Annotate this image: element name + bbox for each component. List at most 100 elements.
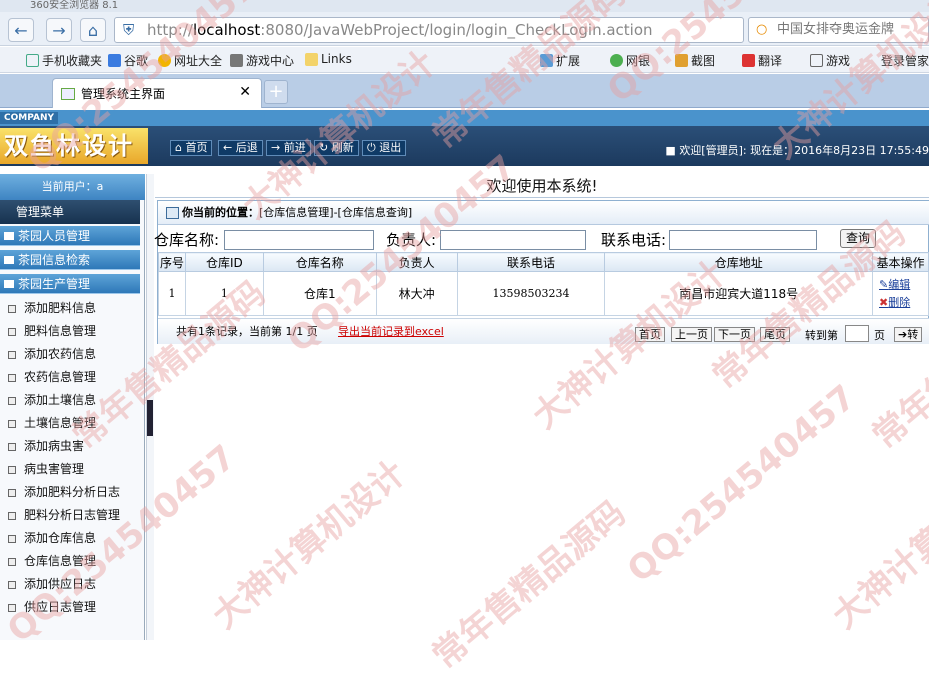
translate-button[interactable]: 翻译 <box>742 52 782 69</box>
manager-input[interactable] <box>440 230 586 250</box>
cell-no: 1 <box>158 271 186 316</box>
collapse-handle[interactable] <box>147 400 153 436</box>
record-summary: 共有1条记录，当前第 1/1 页 <box>176 325 318 338</box>
cell-phone: 13598503234 <box>456 271 606 316</box>
refresh-button[interactable]: ↻ 刷新 <box>314 140 359 156</box>
forward-nav-button[interactable]: → 前进 <box>266 140 311 156</box>
menu-item[interactable]: 肥料信息管理 <box>8 320 96 343</box>
page-icon <box>8 581 16 589</box>
menu-title: 管理菜单 <box>0 200 140 224</box>
edit-link[interactable]: ✎编辑 <box>879 276 928 294</box>
menu-item[interactable]: 添加病虫害 <box>8 435 84 458</box>
menu-item-label: 添加土壤信息 <box>24 393 97 407</box>
menu-item[interactable]: 添加肥料分析日志 <box>8 481 120 504</box>
menu-item-label: 肥料信息管理 <box>24 324 97 338</box>
button-label: 首页 <box>185 141 208 154</box>
address-toolbar: ← → ⌂ ⛨ http://localhost:8080/JavaWebPro… <box>0 12 929 46</box>
column-header: 负责人 <box>375 252 458 272</box>
home-button[interactable]: ⌂ <box>80 18 106 42</box>
forward-button[interactable]: → <box>46 18 72 42</box>
close-tab-icon[interactable]: ✕ <box>239 84 251 100</box>
group-production[interactable]: 茶园生产管理 <box>0 274 140 294</box>
back-nav-button[interactable]: ← 后退 <box>218 140 263 156</box>
shield-icon: ⛨ <box>123 21 135 39</box>
screenshot-button[interactable]: 截图 <box>675 52 715 69</box>
page-icon <box>8 512 16 520</box>
search-engine-icon: ○ <box>756 22 768 37</box>
page-icon <box>8 374 16 382</box>
ext-button[interactable]: 扩展 <box>540 52 580 69</box>
menu-item[interactable]: 供应日志管理 <box>8 596 96 619</box>
menu-item[interactable]: 添加农药信息 <box>8 343 96 366</box>
company-label: COMPANY <box>0 112 58 124</box>
bookmark-google[interactable]: 谷歌 <box>108 52 148 69</box>
warehouse-name-input[interactable] <box>224 230 374 250</box>
bookmark-label: 谷歌 <box>124 54 149 68</box>
group-icon <box>4 256 14 264</box>
menu-item-label: 添加肥料信息 <box>24 301 97 315</box>
button-label: 退出 <box>379 141 402 154</box>
breadcrumb-path: [仓库信息管理]-[仓库信息查询] <box>259 206 413 219</box>
new-tab-button[interactable]: + <box>264 80 288 104</box>
home-nav-button[interactable]: ⌂ 首页 <box>170 140 213 156</box>
menu-item[interactable]: 添加土壤信息 <box>8 389 96 412</box>
table-icon <box>166 207 179 219</box>
manager-label: 负责人: <box>386 231 437 249</box>
window-titlebar: 360安全浏览器 8.1 <box>0 0 929 12</box>
logout-button[interactable]: ⏻ 退出 <box>362 140 407 156</box>
table-header-row: 序号 仓库ID 仓库名称 负责人 联系电话 仓库地址 基本操作 <box>158 252 929 272</box>
back-button[interactable]: ← <box>8 18 34 42</box>
tab-main[interactable]: 管理系统主界面 ✕ <box>52 78 262 108</box>
bookmark-links[interactable]: Links <box>305 52 352 66</box>
menu-item[interactable]: 仓库信息管理 <box>8 550 96 573</box>
search-box[interactable]: ○ 中国女排夺奥运金牌 <box>748 17 929 43</box>
games-button[interactable]: 游戏 <box>810 52 850 69</box>
delete-label: 删除 <box>888 295 911 309</box>
menu-item[interactable]: 添加仓库信息 <box>8 527 96 550</box>
toolbar-label: 网银 <box>626 54 651 68</box>
bank-button[interactable]: 网银 <box>610 52 650 69</box>
menu-item[interactable]: 土壤信息管理 <box>8 412 96 435</box>
toolbar-label: 截图 <box>691 54 716 68</box>
group-staff[interactable]: 茶园人员管理 <box>0 226 140 246</box>
login-manager-button[interactable]: 登录管家 <box>878 52 929 69</box>
site-icon <box>158 54 171 67</box>
phone-label: 联系电话: <box>601 231 667 249</box>
column-header: 基本操作 <box>872 252 929 272</box>
page-unit-label: 页 <box>874 329 885 342</box>
menu-item[interactable]: 农药信息管理 <box>8 366 96 389</box>
gamepad-icon <box>230 54 243 67</box>
welcome-status: ■ 欢迎[管理员]: 现在是：2016年8月23日 17:55:49 <box>665 144 929 157</box>
query-button[interactable]: 查询 <box>840 229 876 248</box>
first-page-button[interactable]: 首页 <box>635 327 665 342</box>
menu-item[interactable]: 病虫害管理 <box>8 458 84 481</box>
last-page-button[interactable]: 尾页 <box>760 327 790 342</box>
toolbar-label: 翻译 <box>758 54 783 68</box>
menu-item[interactable]: 添加供应日志 <box>8 573 96 596</box>
group-label: 茶园生产管理 <box>18 277 91 291</box>
arrow-right-icon: → <box>52 20 66 40</box>
address-bar[interactable]: ⛨ http://localhost:8080/JavaWebProject/l… <box>114 17 744 43</box>
column-header: 仓库ID <box>184 252 264 272</box>
bookmark-hao[interactable]: 网址大全 <box>158 52 222 69</box>
phone-input[interactable] <box>669 230 817 250</box>
bookmark-mobile[interactable]: 手机收藏夹 <box>26 52 102 69</box>
bookmark-games[interactable]: 游戏中心 <box>230 52 294 69</box>
next-page-button[interactable]: 下一页 <box>714 327 755 342</box>
menu-item[interactable]: 肥料分析日志管理 <box>8 504 120 527</box>
goto-label-text: 转 <box>907 328 919 341</box>
prev-page-button[interactable]: 上一页 <box>671 327 712 342</box>
page-icon <box>61 87 75 100</box>
group-search[interactable]: 茶园信息检索 <box>0 250 140 270</box>
menu-item-label: 仓库信息管理 <box>24 554 97 568</box>
export-excel-link[interactable]: 导出当前记录到excel <box>338 319 444 345</box>
page-icon <box>8 535 16 543</box>
window-title: 360安全浏览器 8.1 <box>30 0 119 11</box>
goto-button[interactable]: ➔转 <box>894 327 923 342</box>
menu-item[interactable]: 添加肥料信息 <box>8 297 96 320</box>
goto-page-input[interactable] <box>845 325 869 342</box>
folder-icon <box>305 52 318 66</box>
welcome-text: 欢迎[管理员]: 现在是：2016年8月23日 17:55:49 <box>679 144 929 157</box>
delete-link[interactable]: ✖删除 <box>879 294 928 312</box>
url-host: localhost <box>192 21 261 39</box>
